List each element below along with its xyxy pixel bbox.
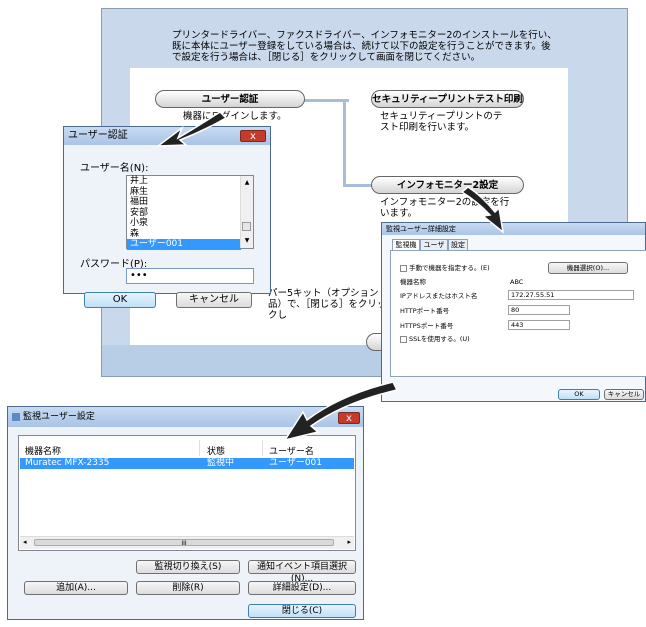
arrow-icon: [460, 186, 505, 234]
arrow-overlay: [155, 111, 505, 442]
arrow-icon: [155, 111, 228, 147]
arrow-icon: [283, 381, 399, 442]
